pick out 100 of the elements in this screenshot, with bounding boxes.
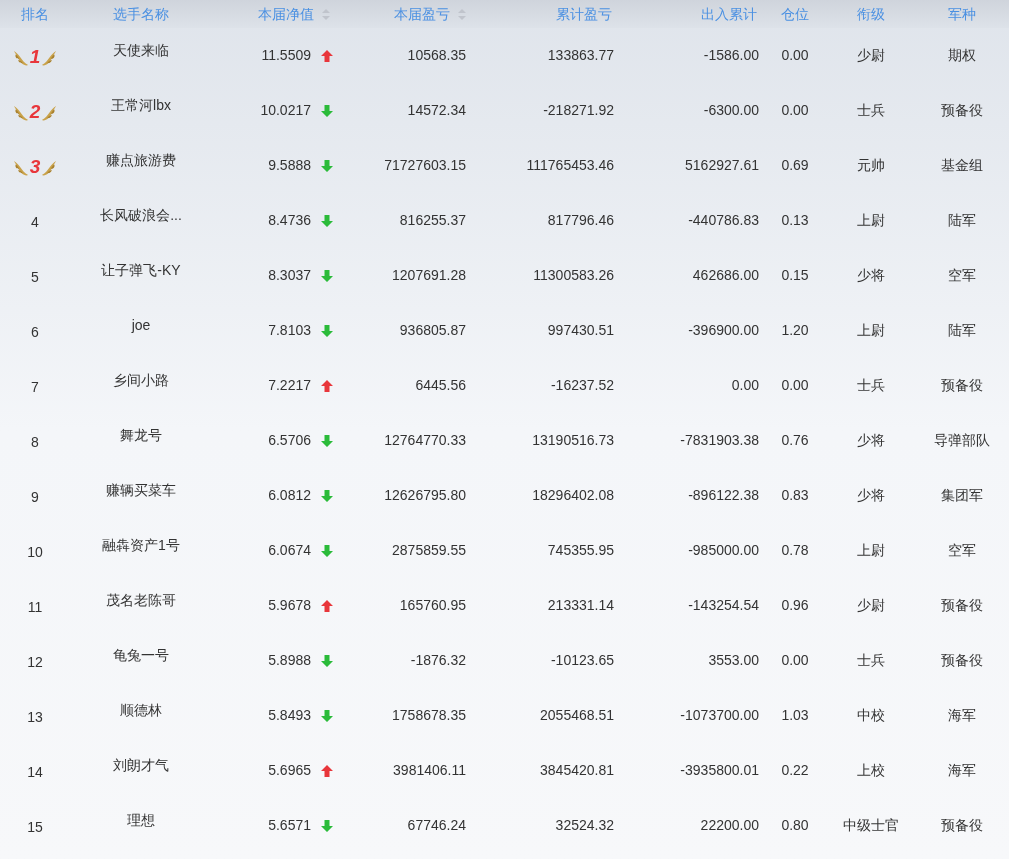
total-pnl: 817796.46	[547, 211, 614, 230]
rank-number: 14	[27, 763, 43, 782]
rank-number: 9	[31, 488, 39, 507]
branch: 陆军	[947, 321, 976, 340]
position-ratio: 0.13	[781, 211, 809, 230]
player-name: 让子弹飞-KY	[101, 261, 181, 280]
position-ratio: 0.22	[781, 761, 809, 780]
rank-title: 少尉	[857, 596, 885, 615]
net-value: 5.9678	[268, 596, 311, 615]
rank-number: 4	[31, 213, 39, 232]
net-value: 6.5706	[268, 431, 311, 450]
column-header: 累计盈亏	[556, 4, 612, 24]
branch: 导弹部队	[933, 431, 990, 450]
position-ratio: 0.15	[781, 266, 809, 285]
rank-number: 1	[29, 45, 41, 70]
rank-title: 元帅	[857, 156, 885, 175]
player-name: 天使来临	[113, 41, 169, 60]
position-ratio: 0.00	[781, 46, 809, 65]
position-ratio: 0.96	[781, 596, 809, 615]
flow-total: -896122.38	[688, 486, 759, 505]
period-pnl: 1758678.35	[392, 706, 466, 725]
player-name: joe	[131, 316, 151, 335]
rank-title: 少将	[857, 486, 885, 505]
column-header[interactable]: 本届盈亏	[394, 3, 466, 25]
net-value: 5.6571	[268, 816, 311, 835]
rank-title: 少将	[857, 266, 885, 285]
player-name: 刘朗才气	[113, 756, 169, 775]
position-ratio: 0.00	[781, 651, 809, 670]
rank-number: 10	[27, 543, 43, 562]
position-ratio: 1.20	[781, 321, 809, 340]
player-name: 舞龙号	[120, 426, 162, 445]
net-value: 7.8103	[268, 321, 311, 340]
player-name: 赚辆买菜车	[106, 481, 176, 500]
branch: 陆军	[947, 211, 976, 230]
column-header: 排名	[21, 4, 49, 24]
position-ratio: 0.78	[781, 541, 809, 560]
rank-title: 少尉	[857, 46, 885, 65]
period-pnl: 936805.87	[399, 321, 466, 340]
sort-icon[interactable]	[458, 8, 466, 20]
flow-total: -6300.00	[703, 101, 759, 120]
player-name: 理想	[127, 811, 155, 830]
net-value: 11.5509	[261, 46, 311, 65]
branch: 预备役	[940, 651, 983, 670]
branch: 海军	[947, 706, 976, 725]
player-name: 龟兔一号	[113, 646, 169, 665]
rank-title: 上尉	[857, 541, 885, 560]
period-pnl: 165760.95	[399, 596, 466, 615]
period-pnl: 12764770.33	[384, 431, 466, 450]
period-pnl: 71727603.15	[384, 156, 466, 175]
rank-title: 上尉	[857, 211, 885, 230]
column-header: 衔级	[857, 4, 885, 24]
flow-total: -3935800.01	[680, 761, 759, 780]
total-pnl: 18296402.08	[532, 486, 614, 505]
period-pnl: 2875859.55	[392, 541, 466, 560]
net-value: 9.5888	[268, 156, 311, 175]
flow-total: -143254.54	[688, 596, 759, 615]
rank-number: 7	[31, 378, 39, 397]
flow-total: -7831903.38	[680, 431, 759, 450]
period-pnl: -1876.32	[410, 651, 466, 670]
rank-number: 12	[27, 653, 43, 672]
net-value: 7.2217	[268, 376, 311, 395]
branch: 空军	[947, 541, 976, 560]
total-pnl: 133863.77	[547, 46, 614, 65]
player-name: 乡间小路	[113, 371, 169, 390]
position-ratio: 0.69	[781, 156, 809, 175]
period-pnl: 816255.37	[399, 211, 466, 230]
rank-title: 中级士官	[843, 816, 899, 835]
total-pnl: 13190516.73	[532, 431, 614, 450]
rank-title: 士兵	[857, 651, 885, 670]
position-ratio: 0.80	[781, 816, 809, 835]
column-header: 仓位	[781, 4, 809, 24]
net-value: 6.0812	[268, 486, 311, 505]
branch: 预备役	[940, 596, 983, 615]
branch: 海军	[947, 761, 976, 780]
position-ratio: 0.00	[781, 101, 809, 120]
period-pnl: 14572.34	[407, 101, 466, 120]
position-ratio: 0.76	[781, 431, 809, 450]
column-header: 选手名称	[113, 4, 169, 24]
player-name: 茂名老陈哥	[106, 591, 176, 610]
flow-total: 22200.00	[700, 816, 759, 835]
period-pnl: 67746.24	[407, 816, 466, 835]
rank-number: 5	[31, 268, 39, 287]
rank-number: 3	[29, 155, 41, 180]
column-header[interactable]: 本届净值	[258, 3, 330, 25]
rank-number: 13	[27, 708, 43, 727]
flow-total: 5162927.61	[685, 156, 759, 175]
total-pnl: 32524.32	[555, 816, 614, 835]
net-value: 8.4736	[268, 211, 311, 230]
total-pnl: 745355.95	[547, 541, 614, 560]
total-pnl: 2055468.51	[540, 706, 614, 725]
sort-icon[interactable]	[322, 8, 330, 20]
branch: 集团军	[940, 486, 983, 505]
column-header: 军种	[947, 4, 976, 24]
net-value: 5.8493	[268, 706, 311, 725]
total-pnl: -16237.52	[550, 376, 614, 395]
total-pnl: 111765453.46	[526, 156, 614, 175]
player-name: 融犇资产1号	[102, 536, 180, 555]
branch: 预备役	[940, 101, 983, 120]
net-value: 10.0217	[260, 101, 311, 120]
flow-total: -1586.00	[703, 46, 759, 65]
